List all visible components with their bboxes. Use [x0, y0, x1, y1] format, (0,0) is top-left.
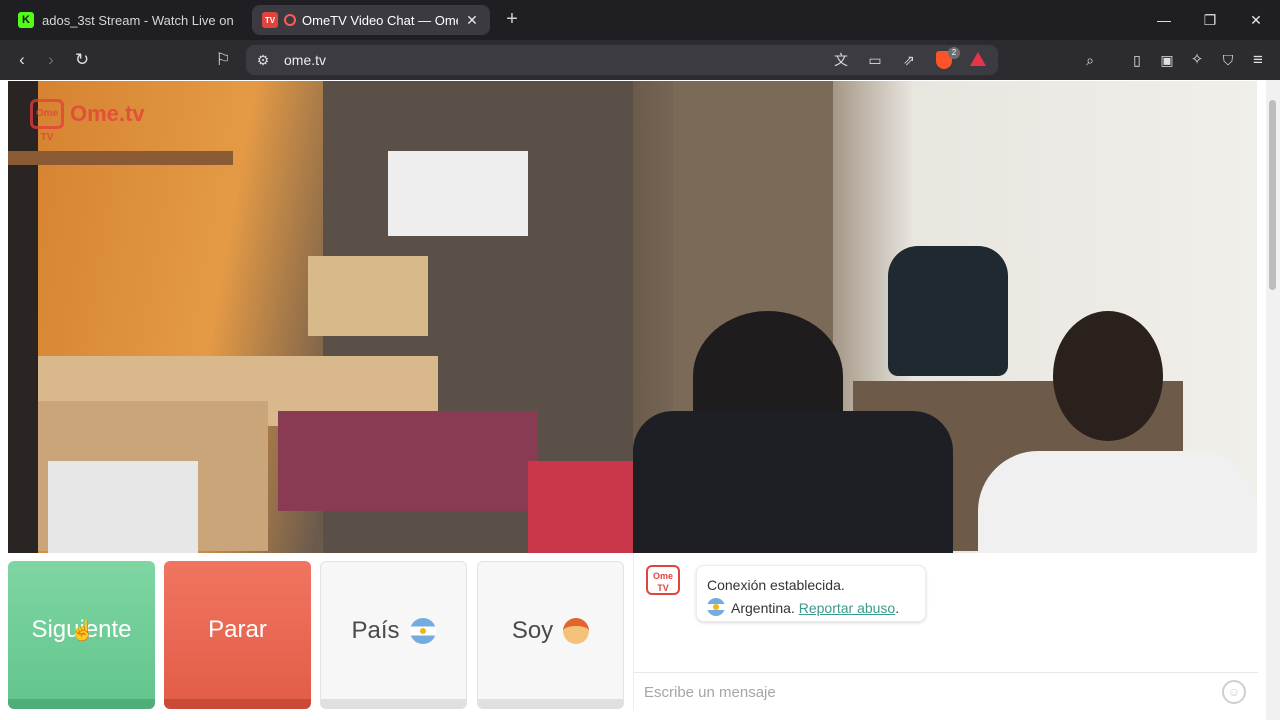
stranger-country-line: Argentina. Reportar abuso. [707, 597, 915, 620]
hand-cursor-icon: ☝ [70, 620, 95, 642]
menu-icon[interactable]: ≡ [1245, 48, 1271, 72]
site-settings-icon[interactable]: ⚙ [252, 50, 274, 70]
red-basket [528, 461, 633, 553]
wallet-icon[interactable]: ▣ [1154, 48, 1180, 72]
cast-icon[interactable]: ▭ [864, 50, 886, 70]
recording-icon [284, 14, 296, 26]
system-message: Conexión establecida. Argentina. Reporta… [696, 565, 926, 622]
watermark-text: Ome.tv [70, 101, 145, 126]
page-scrollbar[interactable] [1266, 80, 1280, 720]
report-abuse-link[interactable]: Reportar abuso [799, 600, 896, 616]
brave-rewards-icon[interactable] [970, 52, 986, 66]
tab-search-icon[interactable]: ⌕ [1077, 48, 1103, 72]
tab-strip: K ados_3st Stream - Watch Live on Kick T… [0, 0, 1280, 40]
chat-panel: Ome TV Conexión establecida. Argentina. … [633, 553, 1258, 710]
kick-icon: K [18, 12, 34, 28]
person-right-head [1053, 311, 1163, 441]
emoji-icon[interactable]: ☺ [1222, 680, 1246, 704]
white-box [388, 151, 528, 236]
vpn-icon[interactable]: ⛉ [1215, 48, 1241, 72]
argentina-flag-icon [409, 617, 436, 644]
clothes-pile [278, 411, 538, 511]
ometv-watermark: Ome TV Ome.tv [30, 99, 145, 143]
local-video: Ome TV Ome.tv [8, 81, 633, 553]
country-filter-button[interactable]: País [320, 561, 467, 709]
argentina-flag-icon [707, 598, 725, 616]
ometv-logo-icon: Ome TV [646, 565, 680, 595]
boy-face-icon [563, 617, 590, 644]
tab-title: ados_3st Stream - Watch Live on Kick [42, 12, 238, 28]
wall-shelf [8, 151, 233, 165]
ometv-tv-icon: Ome TV [30, 99, 64, 143]
person-left-body [633, 411, 953, 553]
ometv-page: Ome TV Ome.tv Siguiente Parar País Soy ☝… [0, 80, 1280, 720]
gender-label: Soy [511, 616, 554, 644]
stop-label: Parar [208, 616, 267, 643]
message-composer: ☺ [634, 672, 1258, 710]
back-icon[interactable]: ‹ [9, 48, 35, 72]
close-window-icon[interactable]: ✕ [1244, 8, 1268, 32]
url-text[interactable]: ome.tv [284, 52, 326, 68]
cardboard-box [308, 256, 428, 336]
sidebar-icon[interactable]: ▯ [1124, 48, 1150, 72]
stranger-country: Argentina. [731, 600, 795, 616]
translate-icon[interactable]: 文 [830, 50, 852, 70]
leo-ai-icon[interactable]: ✧ [1184, 48, 1210, 72]
reload-icon[interactable]: ↻ [69, 48, 95, 72]
new-tab-button[interactable]: + [500, 8, 524, 32]
shields-count-badge: 2 [948, 47, 960, 59]
minimize-icon[interactable]: — [1152, 8, 1176, 32]
ometv-favicon-icon: TV [262, 12, 278, 28]
gender-filter-button[interactable]: Soy [477, 561, 624, 709]
browser-toolbar: ‹ › ↻ ⚐ ⚙ ome.tv 文 ▭ ⇗ 2 ⌕ ▯ ▣ ✧ ⛉ ≡ [0, 40, 1280, 80]
forward-icon[interactable]: › [38, 48, 64, 72]
scrollbar-thumb[interactable] [1269, 100, 1276, 290]
bookmark-icon[interactable]: ⚐ [210, 48, 236, 72]
close-tab-icon[interactable]: ✕ [464, 12, 480, 29]
country-label: País [351, 616, 400, 644]
address-bar[interactable]: ⚙ ome.tv 文 ▭ ⇗ 2 [246, 45, 998, 75]
restore-icon[interactable]: ❐ [1198, 8, 1222, 32]
message-input[interactable] [644, 681, 1204, 703]
stop-button[interactable]: Parar [164, 561, 311, 709]
share-icon[interactable]: ⇗ [898, 50, 920, 70]
connection-status: Conexión establecida. [707, 577, 845, 593]
white-cloth [48, 461, 198, 553]
person-right-shirt [978, 451, 1257, 553]
backpack [888, 246, 1008, 376]
stranger-video [633, 81, 1257, 553]
tab-ometv[interactable]: TV OmeTV Video Chat — Omegle ✕ [252, 5, 490, 35]
tab-title: OmeTV Video Chat — Omegle [302, 12, 458, 28]
tab-kick-stream[interactable]: K ados_3st Stream - Watch Live on Kick [8, 5, 248, 35]
